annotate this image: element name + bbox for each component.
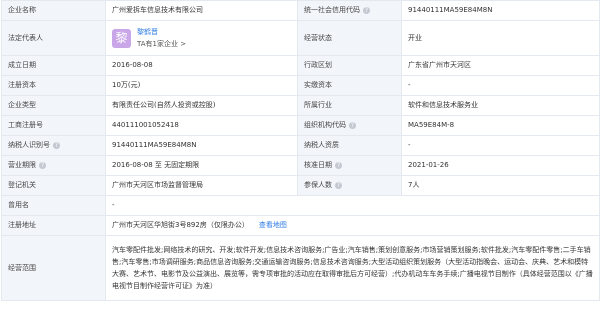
business-term-value: 2016-08-08 至 无固定期限 — [105, 155, 298, 176]
founded-value: 2016-08-08 — [105, 55, 298, 76]
table-row: 营业期限? 2016-08-08 至 无固定期限 核准日期? 2021-01-2… — [1, 155, 600, 176]
help-icon[interactable]: ? — [39, 161, 46, 169]
credit-code-label: 统一社会信用代码? — [297, 0, 402, 21]
former-name-value: - — [105, 195, 600, 216]
table-row: 登记机关 广州市天河区市场监督管理局 参保人数? 7人 — [1, 175, 600, 196]
authority-label: 登记机关 — [1, 175, 106, 196]
table-row: 注册资本 10万(元) 实缴资本 - — [1, 75, 600, 96]
address-text: 广州市天河区华旭街3号892房（仅限办公） — [112, 221, 249, 229]
scope-value: 汽车零配件批发;网络技术的研究、开发;软件开发;信息技术咨询服务;广告业;汽车销… — [105, 235, 600, 301]
legal-rep-companies-link[interactable]: TA有1家企业 > — [137, 39, 186, 49]
approval-date-value: 2021-01-26 — [401, 155, 600, 176]
table-row: 曾用名 - — [1, 195, 600, 216]
company-name-label: 企业名称 — [1, 0, 106, 21]
scope-label: 经营范围 — [1, 235, 106, 301]
reg-number-value: 440111001052418 — [105, 115, 298, 136]
company-type-label: 企业类型 — [1, 95, 106, 116]
credit-code-label-text: 统一社会信用代码 — [304, 6, 360, 14]
founded-label: 成立日期 — [1, 55, 106, 76]
table-row: 经营范围 汽车零配件批发;网络技术的研究、开发;软件开发;信息技术咨询服务;广告… — [1, 235, 600, 301]
view-map-link[interactable]: 查看地图 — [259, 221, 287, 229]
taxpayer-id-label-text: 纳税人识别号 — [8, 141, 50, 149]
table-row: 工商注册号 440111001052418 组织机构代码? MA59E84M-8 — [1, 115, 600, 136]
org-code-value: MA59E84M-8 — [401, 115, 600, 136]
address-label: 注册地址 — [1, 215, 106, 236]
help-icon[interactable]: ? — [335, 181, 342, 189]
table-row: 企业名称 广州爱拆车信息技术有限公司 统一社会信用代码? 91440111MA5… — [1, 0, 600, 21]
org-code-label-text: 组织机构代码 — [304, 121, 346, 129]
help-icon[interactable]: ? — [335, 161, 342, 169]
status-label: 经营状态 — [297, 20, 402, 56]
table-row: 法定代表人 黎 黎鹤晋 TA有1家企业 > 经营状态 开业 — [1, 20, 600, 56]
business-term-label: 营业期限? — [1, 155, 106, 176]
address-value: 广州市天河区华旭街3号892房（仅限办公） 查看地图 — [105, 215, 600, 236]
approval-date-label: 核准日期? — [297, 155, 402, 176]
approval-date-label-text: 核准日期 — [304, 161, 332, 169]
paid-capital-value: - — [401, 75, 600, 96]
reg-number-label: 工商注册号 — [1, 115, 106, 136]
reg-capital-value: 10万(元) — [105, 75, 298, 96]
region-value: 广东省广州市天河区 — [401, 55, 600, 76]
status-value: 开业 — [401, 20, 600, 56]
industry-label: 所属行业 — [297, 95, 402, 116]
insured-label-text: 参保人数 — [304, 181, 332, 189]
table-row: 成立日期 2016-08-08 行政区划 广东省广州市天河区 — [1, 55, 600, 76]
help-icon[interactable]: ? — [349, 121, 356, 129]
company-info-table: 企业名称 广州爱拆车信息技术有限公司 统一社会信用代码? 91440111MA5… — [1, 0, 600, 301]
region-label: 行政区划 — [297, 55, 402, 76]
company-name-value: 广州爱拆车信息技术有限公司 — [105, 0, 298, 21]
table-row: 注册地址 广州市天河区华旭街3号892房（仅限办公） 查看地图 — [1, 215, 600, 236]
taxpayer-id-label: 纳税人识别号? — [1, 135, 106, 156]
taxpayer-id-value: 91440111MA59E84M8N — [105, 135, 298, 156]
company-type-value: 有限责任公司(自然人投资或控股) — [105, 95, 298, 116]
business-term-label-text: 营业期限 — [8, 161, 36, 169]
industry-value: 软件和信息技术服务业 — [401, 95, 600, 116]
insured-value: 7人 — [401, 175, 600, 196]
table-row: 纳税人识别号? 91440111MA59E84M8N 纳税人资质 - — [1, 135, 600, 156]
former-name-label: 曾用名 — [1, 195, 106, 216]
authority-value: 广州市天河区市场监督管理局 — [105, 175, 298, 196]
taxpayer-quality-value: - — [401, 135, 600, 156]
help-icon[interactable]: ? — [53, 141, 60, 149]
credit-code-value: 91440111MA59E84M8N — [401, 0, 600, 21]
reg-capital-label: 注册资本 — [1, 75, 106, 96]
avatar: 黎 — [112, 28, 131, 48]
legal-rep-label: 法定代表人 — [1, 20, 106, 56]
org-code-label: 组织机构代码? — [297, 115, 402, 136]
insured-label: 参保人数? — [297, 175, 402, 196]
help-icon[interactable]: ? — [363, 6, 370, 14]
table-row: 企业类型 有限责任公司(自然人投资或控股) 所属行业 软件和信息技术服务业 — [1, 95, 600, 116]
legal-rep-name-link[interactable]: 黎鹤晋 — [137, 27, 186, 37]
paid-capital-label: 实缴资本 — [297, 75, 402, 96]
taxpayer-quality-label: 纳税人资质 — [297, 135, 402, 156]
legal-rep-value: 黎 黎鹤晋 TA有1家企业 > — [105, 20, 298, 56]
